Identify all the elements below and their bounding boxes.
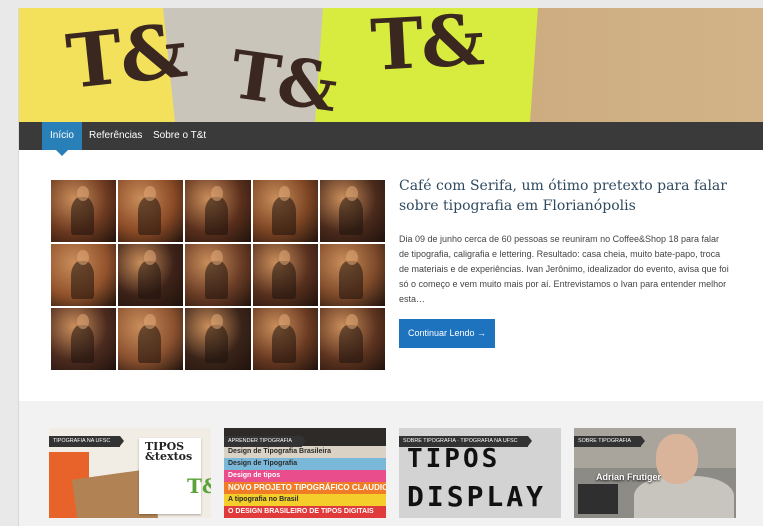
collage-photo: [118, 244, 184, 306]
collage-photo: [118, 180, 184, 242]
main-navigation: Início Referências Sobre o T&t: [19, 122, 763, 156]
header-banner[interactable]: T& T& T&: [19, 8, 763, 122]
thumb-art-book-title: TIPOS &textos: [145, 441, 193, 463]
nav-item-referencias[interactable]: Referências: [81, 122, 150, 150]
read-more-button[interactable]: Continuar Lendo →: [399, 319, 495, 348]
nav-item-inicio[interactable]: Início: [42, 122, 82, 156]
display-type-line-1: TIPOS: [407, 444, 501, 474]
post-thumbnail-2[interactable]: Design de Tipografia Brasileira Design d…: [224, 428, 386, 518]
thumb-art-wall: [574, 428, 736, 468]
page: T& T& T& Início Referências Sobre o T&t …: [18, 8, 763, 526]
site-logo: T&: [62, 8, 190, 106]
post-thumbnail-4[interactable]: Adrian Frutiger SOBRE TIPOGRAFIA: [574, 428, 736, 518]
nav-item-sobre[interactable]: Sobre o T&t: [145, 122, 214, 150]
thumb-art-logo: T&: [187, 474, 211, 498]
collage-photo: [51, 244, 117, 306]
collage-photo: [51, 308, 117, 370]
thumb-art-person-face: [656, 434, 698, 484]
display-type-line-2: DISPLAY: [407, 480, 547, 513]
featured-photo-collage[interactable]: [51, 180, 385, 370]
category-badge[interactable]: SOBRE TIPOGRAFIA · TIPOGRAFIA NA UFSC: [399, 436, 532, 447]
book-spine: Design de Tipografia: [224, 458, 386, 470]
book-spine: NOVO PROJETO TIPOGRÁFICO CLAUDIO R: [224, 482, 386, 494]
book-spine: Design de Tipografia Brasileira: [224, 446, 386, 458]
site-logo-tertiary: T&: [368, 8, 485, 87]
category-badge[interactable]: APRENDER TIPOGRAFIA: [224, 436, 307, 447]
collage-photo: [185, 244, 251, 306]
site-logo-secondary: T&: [226, 35, 341, 122]
collage-photo: [51, 180, 117, 242]
featured-post-excerpt: Dia 09 de junho cerca de 60 pessoas se r…: [399, 234, 729, 304]
post-thumbnail-1[interactable]: TIPOS &textos T& TIPOGRAFIA NA UFSC: [49, 428, 211, 518]
collage-photo: [185, 308, 251, 370]
book-spine: O DESIGN BRASILEIRO DE TIPOS DIGITAIS: [224, 506, 386, 518]
collage-photo: [118, 308, 184, 370]
category-badge[interactable]: TIPOGRAFIA NA UFSC: [49, 436, 125, 447]
book-title-line-2: &textos: [145, 450, 193, 463]
collage-photo: [252, 180, 318, 242]
thumb-art-laptop: [578, 484, 618, 514]
collage-photo: [319, 308, 385, 370]
collage-photo: [252, 308, 318, 370]
book-spine: A tipografia no Brasil: [224, 494, 386, 506]
book-spine: Design de tipos: [224, 470, 386, 482]
category-badge[interactable]: SOBRE TIPOGRAFIA: [574, 436, 645, 447]
collage-photo: [185, 180, 251, 242]
collage-photo: [319, 244, 385, 306]
collage-photo: [319, 180, 385, 242]
thumb-caption: Adrian Frutiger: [596, 472, 662, 482]
featured-post-title[interactable]: Café com Serifa, um ótimo pretexto para …: [399, 176, 744, 216]
post-thumbnail-3[interactable]: TIPOS DISPLAY SOBRE TIPOGRAFIA · TIPOGRA…: [399, 428, 561, 518]
collage-photo: [252, 244, 318, 306]
